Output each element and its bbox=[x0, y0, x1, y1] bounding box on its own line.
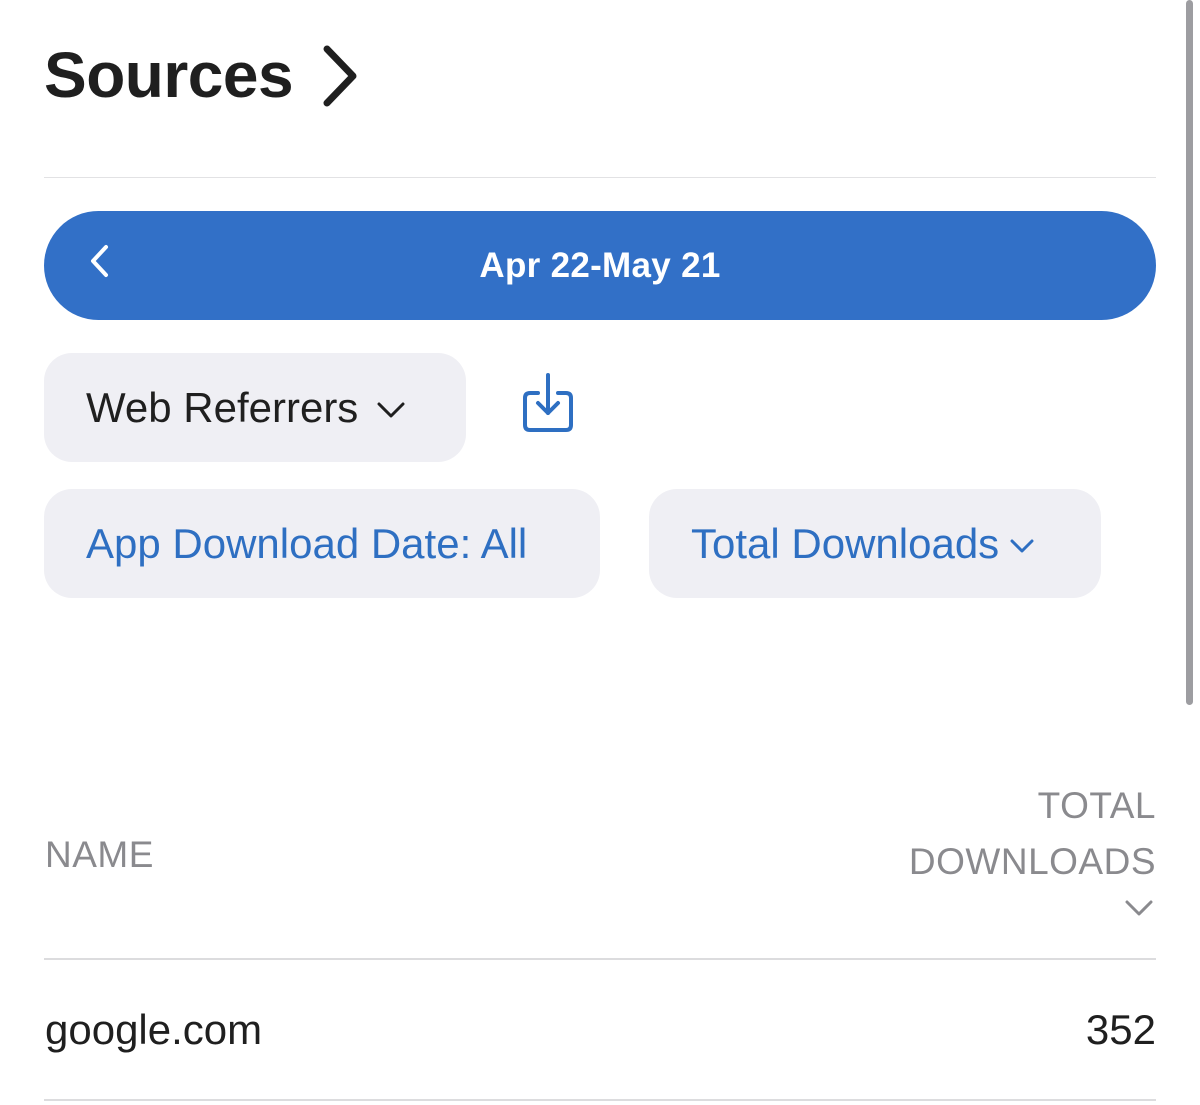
row-divider bbox=[44, 1099, 1156, 1101]
column-header-total-line2: DOWNLOADS bbox=[908, 841, 1156, 882]
column-header-total-downloads[interactable]: TOTAL DOWNLOADS bbox=[796, 778, 1156, 890]
date-range-bar[interactable]: Apr 22-May 21 bbox=[44, 211, 1156, 320]
row-total-downloads: 352 bbox=[1085, 1006, 1156, 1053]
chevron-down-icon bbox=[1010, 539, 1034, 552]
download-date-filter[interactable]: App Download Date: All bbox=[44, 489, 600, 598]
source-type-label: Web Referrers bbox=[86, 383, 359, 431]
header-divider bbox=[44, 177, 1156, 178]
download-date-label: App Download Date: All bbox=[86, 519, 528, 567]
metric-dropdown[interactable]: Total Downloads bbox=[649, 489, 1101, 598]
chevron-down-icon bbox=[377, 402, 405, 417]
page-header: Sources bbox=[44, 30, 361, 120]
chevron-right-icon[interactable] bbox=[321, 43, 361, 109]
table-header-divider bbox=[44, 958, 1156, 960]
chevron-left-icon[interactable] bbox=[86, 243, 114, 279]
row-name: google.com bbox=[45, 1006, 263, 1053]
column-header-total-line1: TOTAL bbox=[1037, 785, 1156, 826]
chevron-down-icon[interactable] bbox=[1124, 899, 1154, 917]
source-type-dropdown[interactable]: Web Referrers bbox=[44, 353, 466, 462]
page-title: Sources bbox=[44, 39, 294, 111]
export-download-icon[interactable] bbox=[520, 371, 576, 435]
scrollbar[interactable] bbox=[1186, 0, 1193, 705]
column-header-name[interactable]: NAME bbox=[45, 834, 154, 876]
metric-label: Total Downloads bbox=[691, 519, 1000, 567]
date-range-label: Apr 22-May 21 bbox=[479, 245, 721, 285]
